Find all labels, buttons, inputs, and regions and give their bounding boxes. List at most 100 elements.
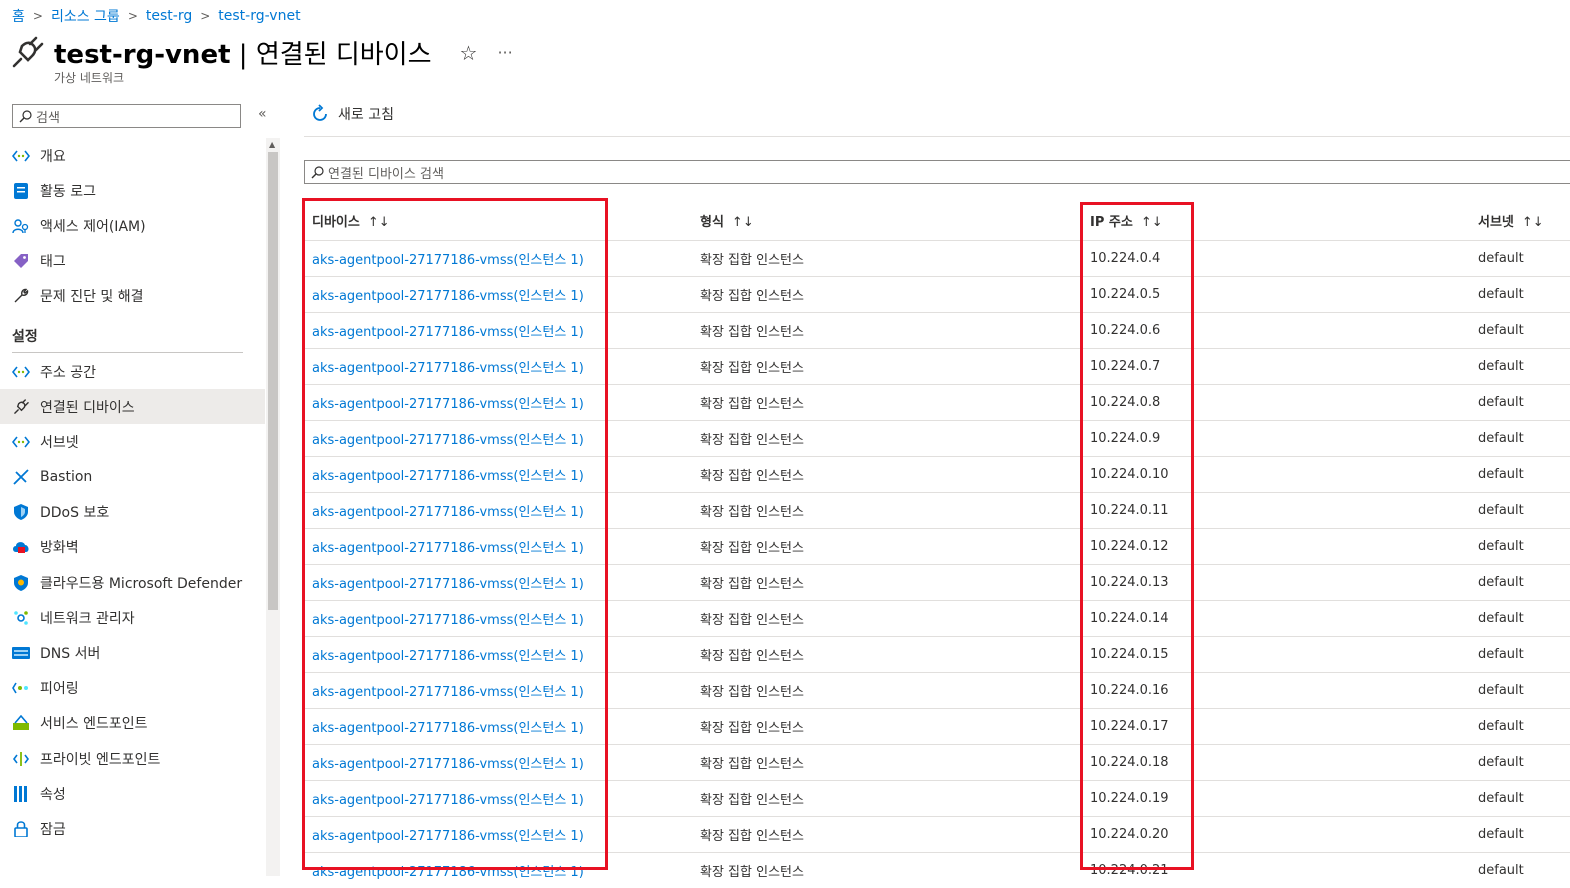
column-header-type[interactable]: 형식↑↓ [692, 200, 1082, 241]
table-row[interactable]: aks-agentpool-27177186-vmss(인스턴스 1)확장 집합… [304, 457, 1570, 493]
sidebar-item-iam[interactable]: 액세스 제어(IAM) [0, 208, 265, 243]
device-link[interactable]: aks-agentpool-27177186-vmss(인스턴스 1) [312, 325, 584, 340]
device-link[interactable]: aks-agentpool-27177186-vmss(인스턴스 1) [312, 361, 584, 376]
sidebar-item-service-endpoints[interactable]: 서비스 엔드포인트 [0, 706, 265, 741]
table-cell: 10.224.0.8 [1082, 385, 1470, 421]
device-link[interactable]: aks-agentpool-27177186-vmss(인스턴스 1) [312, 541, 584, 556]
sort-icon[interactable]: ↑↓ [1522, 215, 1544, 230]
table-row[interactable]: aks-agentpool-27177186-vmss(인스턴스 1) 확장 집합… [304, 565, 1570, 601]
sidebar-item-label: 연결된 디바이스 [40, 397, 135, 417]
column-header-ip[interactable]: IP 주소↑↓ [1082, 200, 1470, 241]
device-link[interactable]: aks-agentpool-27177186-vmss(인스턴스 1) [312, 253, 584, 268]
scrollbar-thumb[interactable] [268, 152, 278, 610]
sidebar-item-activity-log[interactable]: 활동 로그 [0, 173, 265, 208]
device-link[interactable]: aks-agentpool-27177186-vmss(인스턴스 1) [312, 289, 584, 304]
table-row[interactable]: aks-agentpool-27177186-vmss(인스턴스 1)확장 집합… [304, 853, 1570, 888]
table-row[interactable]: aks-agentpool-27177186-vmss(인스턴스 1)확장 집합… [304, 529, 1570, 565]
device-link[interactable]: aks-agentpool-27177186-vmss(인스턴스 1) [312, 469, 584, 484]
sidebar-search-placeholder: 검색 [36, 107, 60, 126]
activity-log-icon [12, 182, 30, 200]
table-row[interactable]: aks-agentpool-27177186-vmss(인스턴스 1)확장 집합… [304, 637, 1570, 673]
table-cell: 10.224.0.11 [1082, 493, 1470, 529]
column-header-subnet[interactable]: 서브넷↑↓ [1470, 200, 1570, 241]
sidebar-item-locks[interactable]: 잠금 [0, 811, 265, 846]
star-icon[interactable]: ☆ [460, 41, 478, 65]
chevron-right-icon: > [33, 9, 43, 23]
breadcrumb-home[interactable]: 홈 [12, 6, 25, 26]
chevron-right-icon: > [128, 9, 138, 23]
sidebar-scrollbar[interactable]: ▲ [266, 138, 280, 876]
breadcrumb-resource-groups[interactable]: 리소스 그룹 [51, 6, 120, 26]
device-link[interactable]: aks-agentpool-27177186-vmss(인스턴스 1) [312, 397, 584, 412]
table-row[interactable]: aks-agentpool-27177186-vmss(인스턴스 1)확장 집합… [304, 673, 1570, 709]
refresh-icon [310, 104, 330, 124]
device-link[interactable]: aks-agentpool-27177186-vmss(인스턴스 1) [312, 613, 584, 628]
subnet-name: default [1478, 431, 1524, 446]
sort-icon[interactable]: ↑↓ [368, 215, 390, 230]
sidebar-item-subnets[interactable]: 서브넷 [0, 424, 265, 459]
breadcrumb-test-rg-vnet[interactable]: test-rg-vnet [218, 8, 300, 24]
table-cell: 10.224.0.17 [1082, 709, 1470, 745]
main-content: 새로 고침 연결된 디바이스 검색 디바이스↑↓ 형식↑↓ IP 주소↑↓ 서브… [300, 96, 1570, 876]
sidebar-item-address-space[interactable]: 주소 공간 [0, 354, 265, 389]
sidebar-item-label: 태그 [40, 251, 66, 271]
sidebar-item-firewall[interactable]: 방화벽 [0, 530, 265, 565]
table-cell: default [1470, 385, 1570, 421]
table-row[interactable]: aks-agentpool-27177186-vmss(인스턴스 1) 확장 집합… [304, 313, 1570, 349]
device-link[interactable]: aks-agentpool-27177186-vmss(인스턴스 1) [312, 505, 584, 520]
ip-address: 10.224.0.9 [1090, 431, 1160, 446]
table-row[interactable]: aks-agentpool-27177186-vmss(인스턴스 1) 확장 집합… [304, 421, 1570, 457]
table-cell: 확장 집합 인스턴스 [692, 313, 1082, 349]
table-row[interactable]: aks-agentpool-27177186-vmss(인스턴스 1)확장 집합… [304, 493, 1570, 529]
sidebar-item-ddos[interactable]: DDoS 보호 [0, 495, 265, 530]
table-cell: 확장 집합 인스턴스 [692, 601, 1082, 637]
ip-address: 10.224.0.12 [1090, 539, 1169, 554]
device-search-input[interactable]: 연결된 디바이스 검색 [304, 160, 1570, 184]
device-link[interactable]: aks-agentpool-27177186-vmss(인스턴스 1) [312, 685, 584, 700]
table-cell: 10.224.0.16 [1082, 673, 1470, 709]
refresh-button[interactable]: 새로 고침 [310, 104, 394, 124]
device-link[interactable]: aks-agentpool-27177186-vmss(인스턴스 1) [312, 577, 584, 592]
sidebar-item-overview[interactable]: 개요 [0, 138, 265, 173]
more-options-icon[interactable]: ··· [497, 43, 512, 62]
table-row[interactable]: aks-agentpool-27177186-vmss(인스턴스 1)확장 집합… [304, 745, 1570, 781]
sidebar-item-tags[interactable]: 태그 [0, 244, 265, 279]
sidebar-item-dns-servers[interactable]: DNS 서버 [0, 635, 265, 670]
sidebar-item-network-manager[interactable]: 네트워크 관리자 [0, 600, 265, 635]
sidebar-item-private-endpoints[interactable]: 프라이빗 엔드포인트 [0, 741, 265, 776]
device-link[interactable]: aks-agentpool-27177186-vmss(인스턴스 1) [312, 757, 584, 772]
sidebar-item-properties[interactable]: 속성 [0, 776, 265, 811]
scroll-up-icon[interactable]: ▲ [269, 140, 275, 149]
collapse-sidebar-icon[interactable]: « [258, 106, 267, 122]
device-link[interactable]: aks-agentpool-27177186-vmss(인스턴스 1) [312, 433, 584, 448]
device-search-placeholder: 연결된 디바이스 검색 [328, 163, 444, 182]
breadcrumb-test-rg[interactable]: test-rg [146, 8, 192, 24]
device-link[interactable]: aks-agentpool-27177186-vmss(인스턴스 1) [312, 649, 584, 664]
sidebar-item-peerings[interactable]: 피어링 [0, 671, 265, 706]
device-link[interactable]: aks-agentpool-27177186-vmss(인스턴스 1) [312, 829, 584, 844]
sidebar-item-diagnose[interactable]: 문제 진단 및 해결 [0, 279, 265, 314]
table-row[interactable]: aks-agentpool-27177186-vmss(인스턴스 1)확장 집합… [304, 349, 1570, 385]
sort-icon[interactable]: ↑↓ [732, 215, 754, 230]
table-row[interactable]: aks-agentpool-27177186-vmss(인스턴스 1)확장 집합… [304, 709, 1570, 745]
device-type: 확장 집합 인스턴스 [700, 577, 804, 592]
device-link[interactable]: aks-agentpool-27177186-vmss(인스턴스 1) [312, 793, 584, 808]
column-header-device[interactable]: 디바이스↑↓ [304, 200, 692, 241]
device-link[interactable]: aks-agentpool-27177186-vmss(인스턴스 1) [312, 865, 584, 880]
table-row[interactable]: aks-agentpool-27177186-vmss(인스턴스 1)확장 집합… [304, 241, 1570, 277]
table-cell: aks-agentpool-27177186-vmss(인스턴스 1) [304, 637, 692, 673]
sidebar-search-input[interactable]: 검색 [12, 104, 241, 128]
sort-icon[interactable]: ↑↓ [1141, 215, 1163, 230]
sidebar-item-bastion[interactable]: Bastion [0, 460, 265, 495]
table-row[interactable]: aks-agentpool-27177186-vmss(인스턴스 1)확장 집합… [304, 781, 1570, 817]
table-row[interactable]: aks-agentpool-27177186-vmss(인스턴스 1) 확장 집합… [304, 601, 1570, 637]
sidebar-item-connected-devices[interactable]: 연결된 디바이스 [0, 389, 265, 424]
subnet-name: default [1478, 611, 1524, 626]
table-row[interactable]: aks-agentpool-27177186-vmss(인스턴스 1)확장 집합… [304, 385, 1570, 421]
table-cell: 10.224.0.20 [1082, 817, 1470, 853]
sidebar-item-defender[interactable]: 클라우드용 Microsoft Defender [0, 565, 265, 600]
table-row[interactable]: aks-agentpool-27177186-vmss(인스턴스 1)확장 집합… [304, 277, 1570, 313]
device-link[interactable]: aks-agentpool-27177186-vmss(인스턴스 1) [312, 721, 584, 736]
table-row[interactable]: aks-agentpool-27177186-vmss(인스턴스 1)확장 집합… [304, 817, 1570, 853]
table-cell: 확장 집합 인스턴스 [692, 421, 1082, 457]
